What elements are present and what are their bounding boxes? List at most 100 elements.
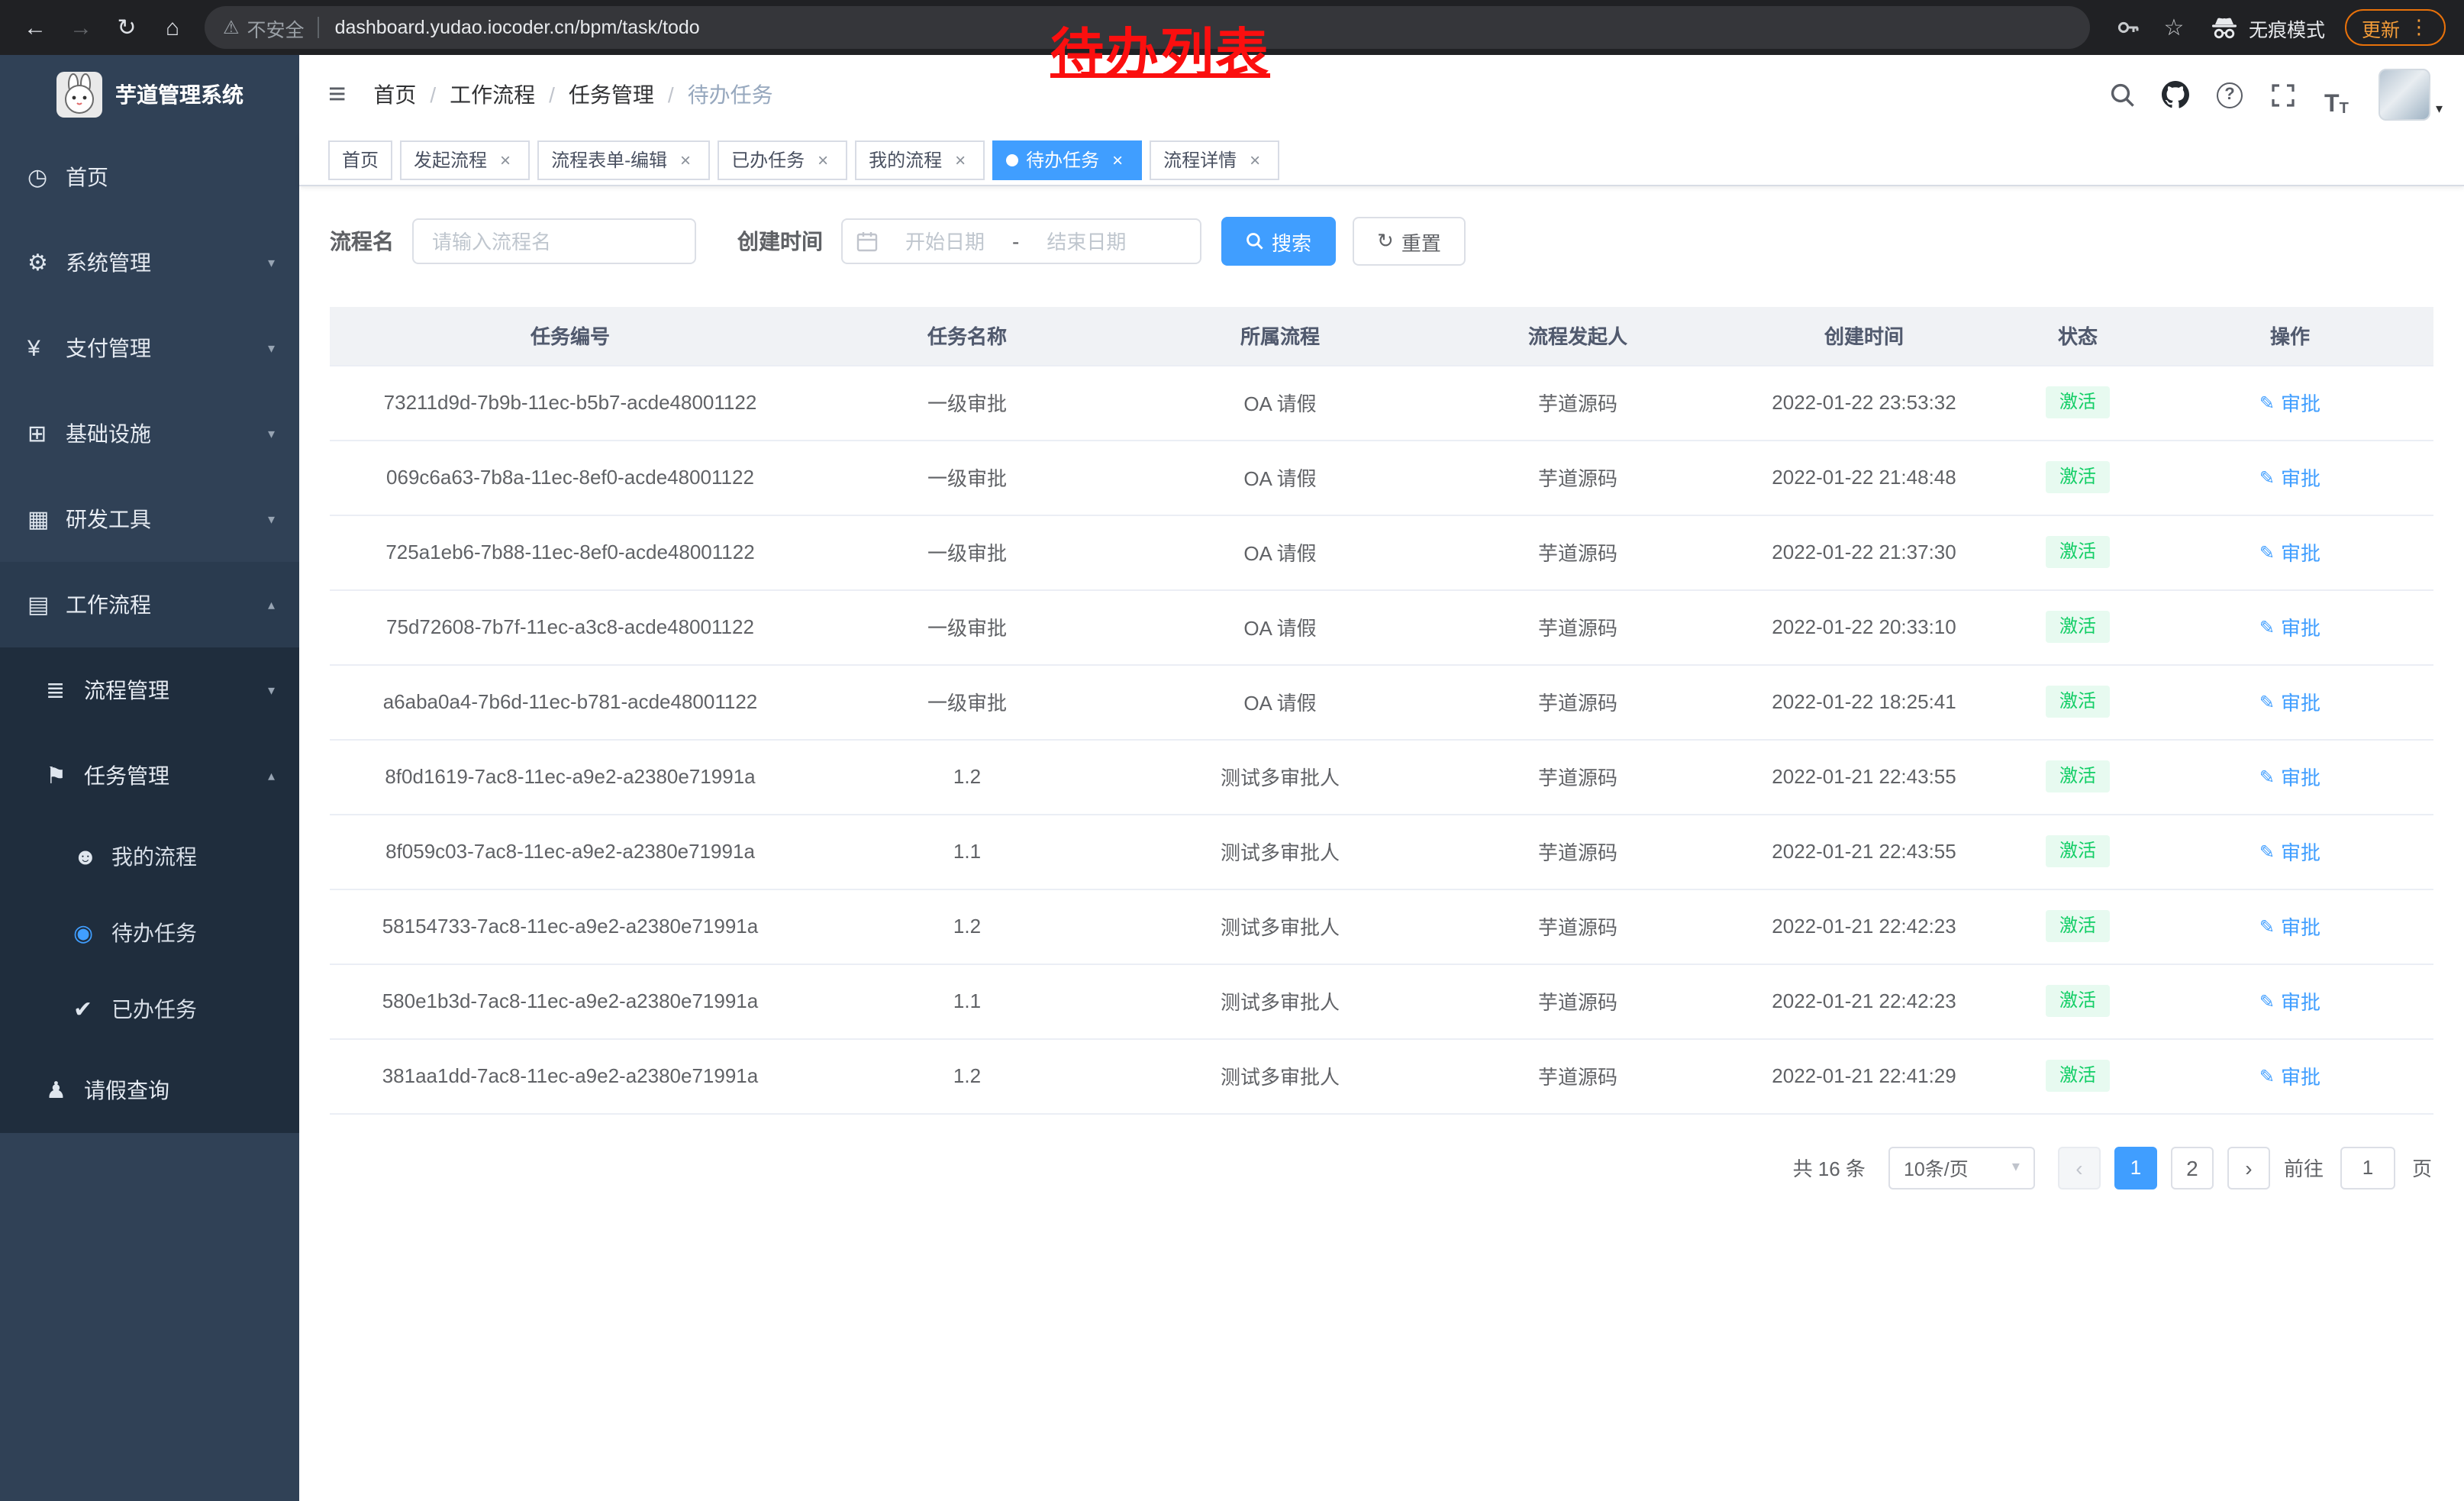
approve-link[interactable]: ✎审批 xyxy=(2259,388,2320,417)
browser-reload-icon[interactable]: ↻ xyxy=(107,8,147,47)
breadcrumb-home[interactable]: 首页 xyxy=(373,79,416,110)
app-logo[interactable]: 芋道管理系统 xyxy=(0,55,299,134)
approve-label: 审批 xyxy=(2281,986,2320,1015)
breadcrumb-workflow[interactable]: 工作流程 xyxy=(450,79,535,110)
fullscreen-icon[interactable] xyxy=(2262,72,2304,118)
created-cell: 2022-01-22 20:33:10 xyxy=(1719,589,2009,664)
address-bar[interactable]: ⚠ 不安全 dashboard.yudao.iocoder.cn/bpm/tas… xyxy=(205,6,2090,49)
sidebar-item-leave-query[interactable]: ♟ 请假查询 xyxy=(0,1047,299,1133)
tab-label: 我的流程 xyxy=(869,147,942,173)
approve-link[interactable]: ✎审批 xyxy=(2259,986,2320,1015)
sidebar-item-my-process[interactable]: ☻ 我的流程 xyxy=(0,818,299,895)
prev-page-button[interactable]: ‹ xyxy=(2058,1146,2101,1189)
approve-link[interactable]: ✎审批 xyxy=(2259,687,2320,716)
goto-unit-label: 页 xyxy=(2412,1153,2432,1182)
approve-link[interactable]: ✎审批 xyxy=(2259,912,2320,941)
approve-link[interactable]: ✎审批 xyxy=(2259,612,2320,641)
approve-link[interactable]: ✎审批 xyxy=(2259,837,2320,866)
sidebar-item-infrastructure[interactable]: ⊞ 基础设施 ▾ xyxy=(0,391,299,476)
browser-back-icon[interactable]: ← xyxy=(15,8,55,47)
search-button[interactable]: 搜索 xyxy=(1221,217,1336,266)
approve-link[interactable]: ✎审批 xyxy=(2259,537,2320,567)
caret-down-icon: ▾ xyxy=(2436,101,2443,118)
tab-process-form-edit[interactable]: 流程表单-编辑 × xyxy=(537,140,710,179)
chevron-down-icon: ▾ xyxy=(268,511,275,528)
tab-home[interactable]: 首页 xyxy=(328,140,392,179)
approve-link[interactable]: ✎审批 xyxy=(2259,1061,2320,1090)
sidebar: 芋道管理系统 ◷ 首页 ⚙ 系统管理 ▾ ¥ 支付管理 ▾ ⊞ xyxy=(0,55,299,1501)
github-icon[interactable] xyxy=(2155,72,2198,118)
tab-process-detail[interactable]: 流程详情 × xyxy=(1150,140,1279,179)
initiator-cell: 芋道源码 xyxy=(1437,365,1719,440)
search-icon[interactable] xyxy=(2101,72,2144,118)
tab-start-process[interactable]: 发起流程 × xyxy=(400,140,530,179)
tab-my-process[interactable]: 我的流程 × xyxy=(855,140,985,179)
close-icon[interactable]: × xyxy=(812,149,834,170)
approve-label: 审批 xyxy=(2281,1061,2320,1090)
approve-label: 审批 xyxy=(2281,463,2320,492)
not-secure-icon: ⚠ xyxy=(223,17,240,38)
sidebar-item-done-tasks[interactable]: ✔ 已办任务 xyxy=(0,971,299,1047)
font-size-icon[interactable]: TT xyxy=(2315,72,2358,118)
created-cell: 2022-01-22 18:25:41 xyxy=(1719,664,2009,739)
devtools-icon: ▦ xyxy=(27,505,66,533)
chevron-down-icon: ▾ xyxy=(2012,1159,2020,1176)
browser-home-icon[interactable]: ⌂ xyxy=(153,8,192,47)
reset-button[interactable]: ↻ 重置 xyxy=(1353,217,1466,266)
close-icon[interactable]: × xyxy=(1244,149,1266,170)
date-range-picker[interactable]: - xyxy=(841,218,1201,264)
breadcrumb-task-management[interactable]: 任务管理 xyxy=(569,79,654,110)
initiator-cell: 芋道源码 xyxy=(1437,1038,1719,1113)
sidebar-item-task-management[interactable]: ⚑ 任务管理 ▴ xyxy=(0,733,299,818)
page-size-value: 10条/页 xyxy=(1904,1153,1969,1182)
close-icon[interactable]: × xyxy=(495,149,516,170)
task-name-cell: 1.2 xyxy=(811,1038,1124,1113)
yen-icon: ¥ xyxy=(27,335,66,361)
sidebar-toggle-icon[interactable]: ≡ xyxy=(314,77,360,112)
bookmark-star-icon[interactable]: ☆ xyxy=(2156,14,2192,41)
page-size-select[interactable]: 10条/页 ▾ xyxy=(1888,1146,2035,1189)
active-dot-icon xyxy=(1006,153,1018,166)
sidebar-item-system[interactable]: ⚙ 系统管理 ▾ xyxy=(0,220,299,305)
process-cell: 测试多审批人 xyxy=(1124,964,1437,1038)
col-task-id: 任务编号 xyxy=(330,307,811,365)
tab-label: 发起流程 xyxy=(414,147,487,173)
user-menu[interactable]: ▾ xyxy=(2379,69,2443,121)
table-row: 069c6a63-7b8a-11ec-8ef0-acde48001122 一级审… xyxy=(330,440,2433,515)
task-id-cell: 58154733-7ac8-11ec-a9e2-a2380e71991a xyxy=(330,889,811,964)
status-badge: 激活 xyxy=(2046,760,2110,792)
browser-menu-icon[interactable]: ⋮ xyxy=(2409,15,2429,40)
status-cell: 激活 xyxy=(2009,365,2146,440)
goto-page-input[interactable] xyxy=(2340,1146,2395,1189)
close-icon[interactable]: × xyxy=(675,149,696,170)
avatar[interactable] xyxy=(2379,69,2431,121)
tab-todo-tasks[interactable]: 待办任务 × xyxy=(992,140,1142,179)
password-key-icon[interactable] xyxy=(2110,15,2146,40)
tab-done-tasks[interactable]: 已办任务 × xyxy=(718,140,847,179)
end-date-input[interactable] xyxy=(1022,230,1150,253)
table-row: 73211d9d-7b9b-11ec-b5b7-acde48001122 一级审… xyxy=(330,365,2433,440)
close-icon[interactable]: × xyxy=(950,149,971,170)
sidebar-item-payment[interactable]: ¥ 支付管理 ▾ xyxy=(0,305,299,391)
update-button[interactable]: 更新 ⋮ xyxy=(2345,9,2446,46)
help-icon[interactable]: ? xyxy=(2208,72,2251,118)
sidebar-item-todo-tasks[interactable]: ◉ 待办任务 xyxy=(0,895,299,971)
table-row: 725a1eb6-7b88-11ec-8ef0-acde48001122 一级审… xyxy=(330,515,2433,589)
process-name-input[interactable] xyxy=(412,218,696,264)
eye-icon: ◉ xyxy=(73,919,111,947)
start-date-input[interactable] xyxy=(881,230,1009,253)
sidebar-item-home[interactable]: ◷ 首页 xyxy=(0,134,299,220)
chevron-down-icon: ▾ xyxy=(268,254,275,271)
close-icon[interactable]: × xyxy=(1107,149,1128,170)
sidebar-item-devtools[interactable]: ▦ 研发工具 ▾ xyxy=(0,476,299,562)
process-cell: 测试多审批人 xyxy=(1124,814,1437,889)
next-page-button[interactable]: › xyxy=(2227,1146,2270,1189)
approve-link[interactable]: ✎审批 xyxy=(2259,463,2320,492)
browser-forward-icon[interactable]: → xyxy=(61,8,101,47)
status-cell: 激活 xyxy=(2009,814,2146,889)
page-button-1[interactable]: 1 xyxy=(2114,1146,2157,1189)
page-button-2[interactable]: 2 xyxy=(2171,1146,2214,1189)
sidebar-item-process-management[interactable]: ≣ 流程管理 ▾ xyxy=(0,647,299,733)
sidebar-item-workflow[interactable]: ▤ 工作流程 ▴ xyxy=(0,562,299,647)
approve-link[interactable]: ✎审批 xyxy=(2259,762,2320,791)
